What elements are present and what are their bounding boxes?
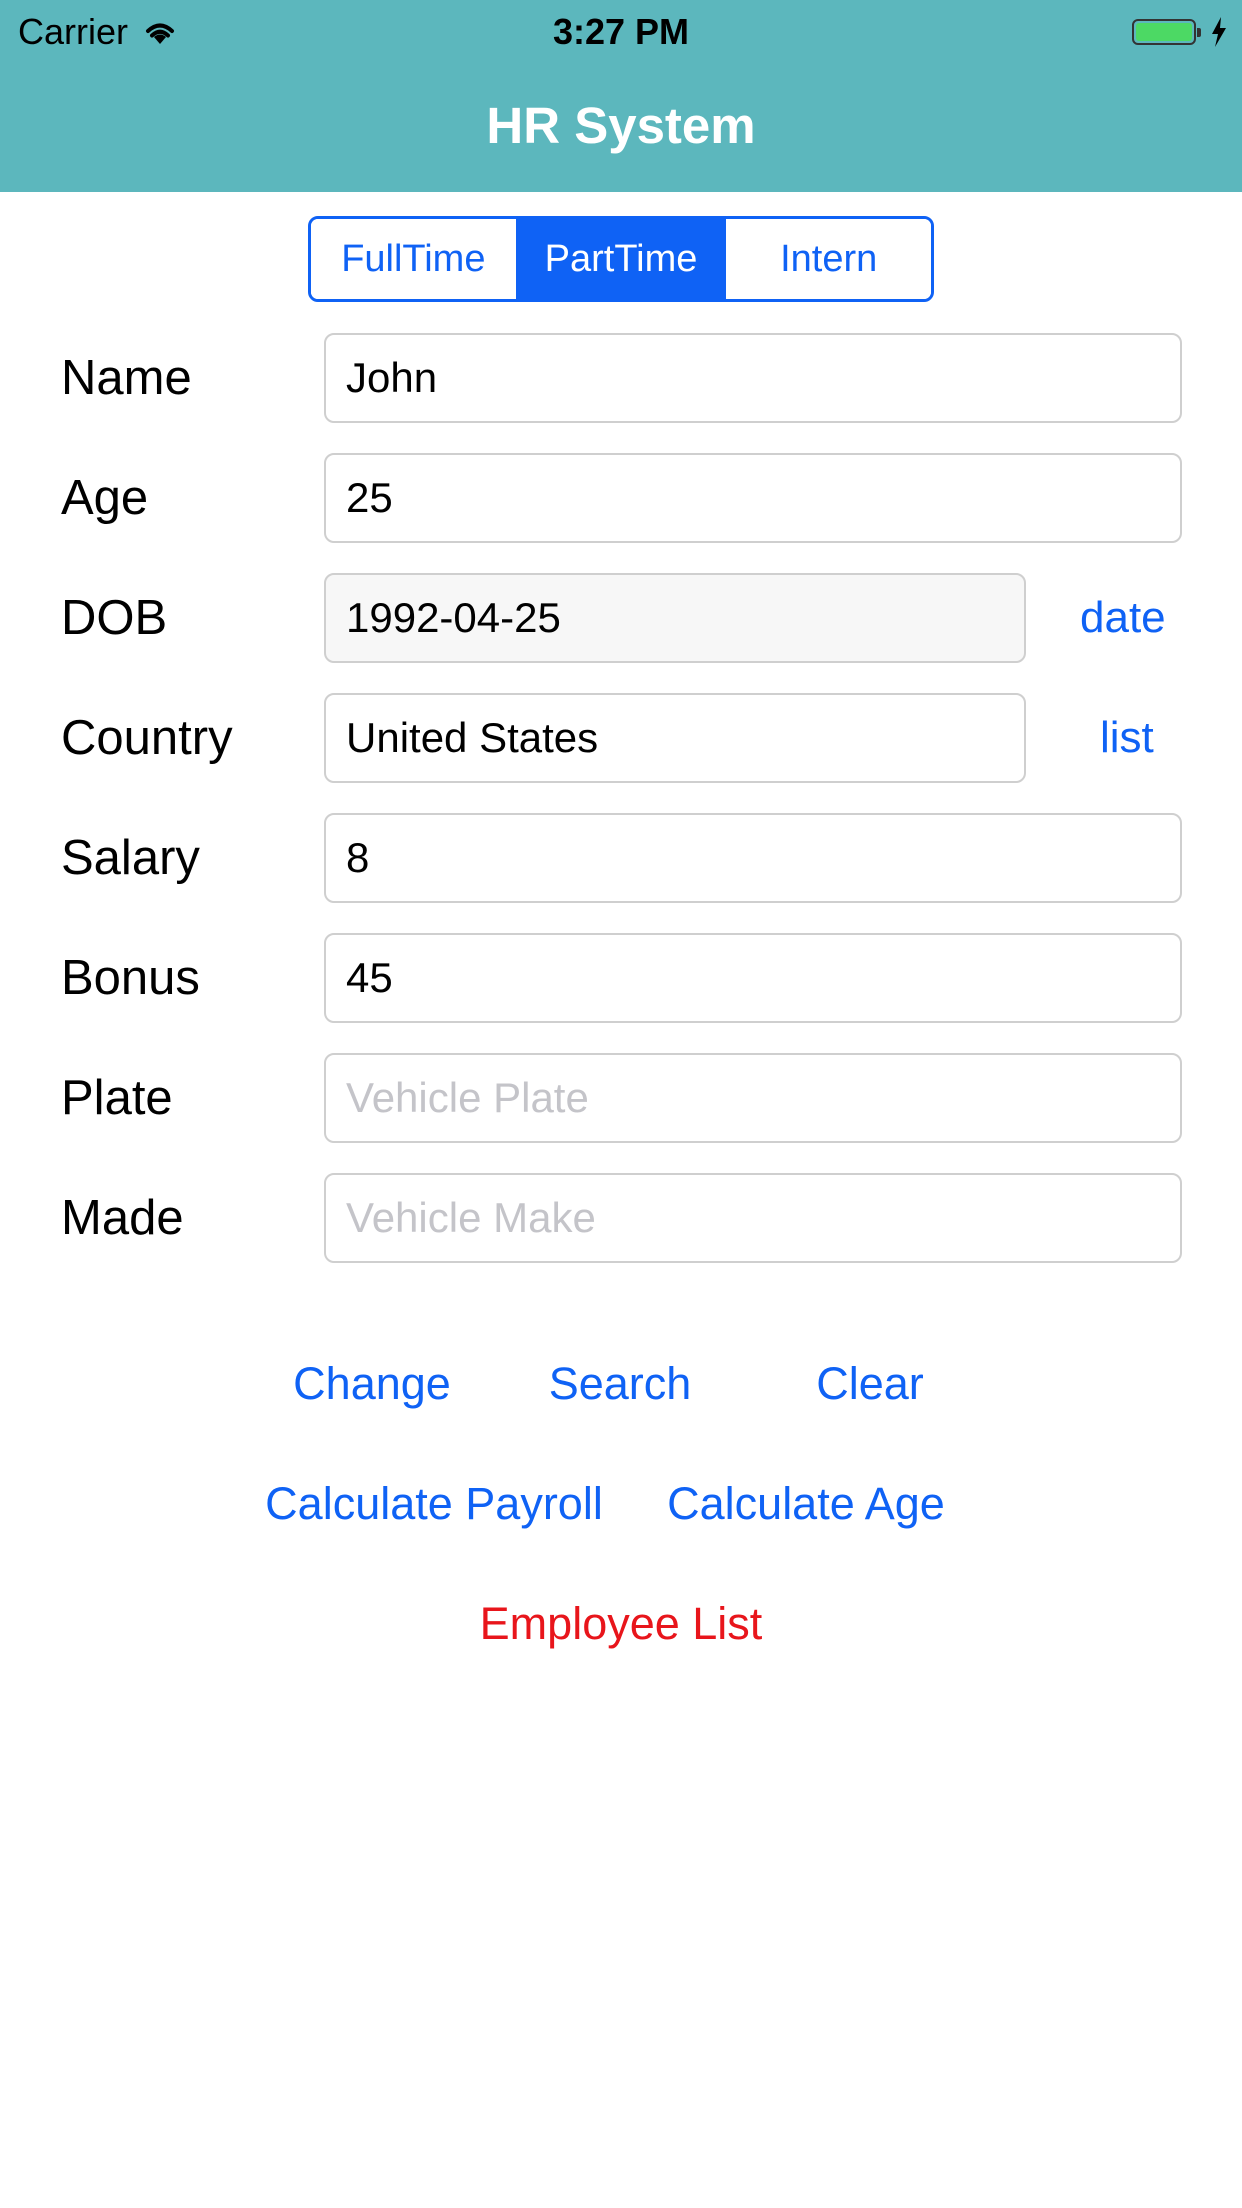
country-field[interactable] xyxy=(324,693,1026,783)
segment-fulltime[interactable]: FullTime xyxy=(311,219,516,299)
status-battery-group xyxy=(1132,14,1228,50)
bonus-field[interactable] xyxy=(324,933,1182,1023)
age-row: Age xyxy=(0,453,1242,543)
clear-button[interactable]: Clear xyxy=(770,1349,970,1419)
plate-label: Plate xyxy=(61,1071,173,1125)
page-title: HR System xyxy=(486,97,756,154)
bonus-label: Bonus xyxy=(61,951,200,1005)
name-label: Name xyxy=(61,351,192,405)
calculate-age-button[interactable]: Calculate Age xyxy=(652,1469,960,1539)
dob-label: DOB xyxy=(61,591,168,645)
dob-row: DOB date xyxy=(0,573,1242,663)
dob-field[interactable] xyxy=(324,573,1026,663)
made-row: Made xyxy=(0,1173,1242,1263)
segment-intern[interactable]: Intern xyxy=(723,219,931,299)
change-button[interactable]: Change xyxy=(270,1349,474,1419)
country-label: Country xyxy=(61,711,233,765)
search-button[interactable]: Search xyxy=(520,1349,720,1419)
status-time: 3:27 PM xyxy=(552,11,690,52)
charging-bolt-icon xyxy=(1212,17,1226,47)
age-label: Age xyxy=(61,471,149,525)
name-row: Name xyxy=(0,333,1242,423)
bonus-row: Bonus xyxy=(0,933,1242,1023)
date-picker-button[interactable]: date xyxy=(1080,573,1166,663)
country-row: Country list xyxy=(0,693,1242,783)
employee-type-segmented-control: FullTime PartTime Intern xyxy=(308,216,934,302)
name-field[interactable] xyxy=(324,333,1182,423)
salary-row: Salary xyxy=(0,813,1242,903)
segment-parttime[interactable]: PartTime xyxy=(515,219,724,299)
vehicle-make-field[interactable] xyxy=(324,1173,1182,1263)
country-list-button[interactable]: list xyxy=(1100,693,1154,783)
vehicle-plate-field[interactable] xyxy=(324,1053,1182,1143)
battery-icon xyxy=(1132,19,1201,45)
salary-field[interactable] xyxy=(324,813,1182,903)
navigation-bar: Carrier 3:27 PM HR System xyxy=(0,0,1242,192)
salary-label: Salary xyxy=(61,831,200,885)
plate-row: Plate xyxy=(0,1053,1242,1143)
calculate-payroll-button[interactable]: Calculate Payroll xyxy=(254,1469,614,1539)
made-label: Made xyxy=(61,1191,184,1245)
age-field[interactable] xyxy=(324,453,1182,543)
employee-list-button[interactable]: Employee List xyxy=(421,1589,821,1659)
